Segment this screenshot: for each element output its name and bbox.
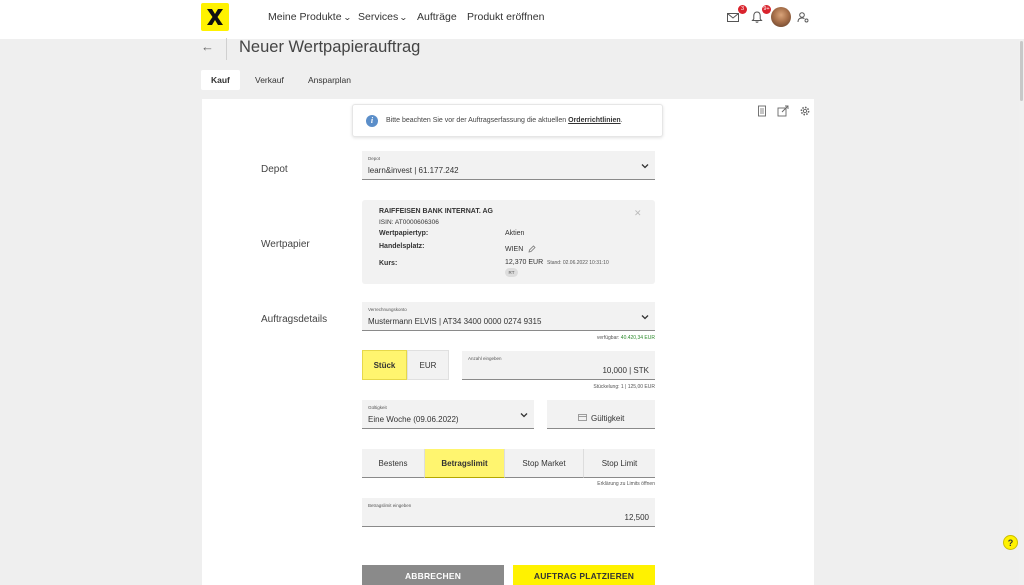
realtime-badge: RT bbox=[505, 268, 518, 277]
available-balance: verfügbar: 40.420,34 EUR bbox=[597, 335, 655, 341]
edit-glyph bbox=[777, 105, 789, 117]
chevron-down-icon: ⌄ bbox=[399, 13, 408, 22]
account-select[interactable]: Verrechnungskonto Mustermann ELVIS | AT3… bbox=[362, 302, 655, 331]
security-price-label: Kurs: bbox=[379, 260, 398, 267]
nav-services[interactable]: Services⌄ bbox=[358, 11, 408, 23]
order-type-stop-limit[interactable]: Stop Limit bbox=[584, 449, 655, 478]
available-value: 40.420,34 EUR bbox=[620, 335, 655, 341]
limit-value: 12,500 bbox=[624, 513, 649, 522]
validity-date-label: Gültigkeit bbox=[591, 414, 625, 423]
quantity-input[interactable]: Anzahl eingeben 10,000 | STK bbox=[462, 351, 655, 380]
security-type-value: Aktien bbox=[505, 230, 525, 237]
gear-glyph bbox=[800, 106, 810, 116]
user-settings-icon[interactable] bbox=[796, 10, 812, 26]
tab-verkauf[interactable]: Verkauf bbox=[245, 70, 294, 90]
doc-glyph bbox=[758, 105, 766, 117]
quantity-field-label: Anzahl eingeben bbox=[468, 356, 502, 361]
place-order-button[interactable]: AUFTRAG PLATZIEREN bbox=[513, 565, 655, 585]
depot-select[interactable]: Depot learn&invest | 61.177.242 bbox=[362, 151, 655, 180]
mail-badge: 3 bbox=[738, 5, 747, 14]
unit-toggle-eur[interactable]: EUR bbox=[407, 350, 449, 380]
nav-label: Meine Produkte bbox=[268, 11, 342, 23]
security-card: RAIFFEISEN BANK INTERNAT. AG ✕ ISIN: AT0… bbox=[362, 200, 655, 284]
validity-date-picker[interactable]: Gültigkeit bbox=[547, 400, 655, 429]
validity-select[interactable]: Gültigkeit Eine Woche (09.06.2022) bbox=[362, 400, 534, 429]
stueckelung-info: Stückelung: 1 | 125,00 EUR bbox=[593, 384, 655, 390]
user-gear-glyph bbox=[797, 12, 809, 23]
nav-produkt-eroeffnen[interactable]: Produkt eröffnen bbox=[467, 11, 544, 23]
bell-icon[interactable]: 9+ bbox=[750, 5, 771, 26]
avatar[interactable] bbox=[771, 7, 791, 27]
security-price-stand: Stand: 02.06.2022 10:31:10 bbox=[547, 260, 609, 266]
quantity-value: 10,000 | STK bbox=[602, 366, 649, 375]
nav-label: Produkt eröffnen bbox=[467, 11, 545, 23]
account-value: Mustermann ELVIS | AT34 3400 0000 0274 9… bbox=[368, 317, 542, 326]
notice-text: Bitte beachten Sie vor der Auftragserfas… bbox=[386, 117, 623, 124]
section-label-wertpapier: Wertpapier bbox=[261, 239, 310, 250]
logo-cross-icon bbox=[207, 9, 223, 25]
notification-badge: 9+ bbox=[762, 5, 771, 14]
security-type-label: Wertpapiertyp: bbox=[379, 230, 429, 237]
page-scrollbar[interactable] bbox=[1019, 39, 1024, 585]
security-venue-label: Handelsplatz: bbox=[379, 243, 425, 250]
security-price-value: 12,370 EUR bbox=[505, 259, 544, 266]
limit-field-label: Betragslimit eingeben bbox=[368, 503, 412, 508]
calendar-icon bbox=[578, 414, 587, 421]
unit-toggle-stueck[interactable]: Stück bbox=[362, 350, 407, 380]
chevron-down-icon: ⌄ bbox=[342, 13, 352, 22]
validity-field-label: Gültigkeit bbox=[368, 405, 387, 410]
document-icon[interactable] bbox=[756, 104, 768, 117]
limit-input[interactable]: Betragslimit eingeben 12,500 bbox=[362, 498, 655, 527]
nav-auftraege[interactable]: Aufträge bbox=[417, 11, 457, 23]
scrollbar-thumb[interactable] bbox=[1020, 41, 1023, 101]
order-type-bestens[interactable]: Bestens bbox=[362, 449, 425, 478]
security-venue-value: WIEN bbox=[505, 246, 524, 253]
chevron-down-icon bbox=[520, 413, 528, 418]
info-icon: i bbox=[366, 115, 378, 127]
notice-text-body: Bitte beachten Sie vor der Auftragserfas… bbox=[386, 117, 569, 124]
validity-value: Eine Woche (09.06.2022) bbox=[368, 415, 459, 424]
section-label-depot: Depot bbox=[261, 164, 288, 175]
page-title: Neuer Wertpapierauftrag bbox=[239, 38, 421, 56]
back-arrow-icon[interactable]: ← bbox=[201, 39, 214, 54]
section-label-auftragsdetails: Auftragsdetails bbox=[261, 314, 328, 325]
order-type-stop-market[interactable]: Stop Market bbox=[505, 449, 584, 478]
nav-meine-produkte[interactable]: Meine Produkte⌄ bbox=[268, 11, 352, 23]
security-name: RAIFFEISEN BANK INTERNAT. AG bbox=[379, 208, 493, 215]
close-icon[interactable]: ✕ bbox=[634, 208, 642, 219]
edit-export-icon[interactable] bbox=[777, 104, 789, 117]
gear-icon[interactable] bbox=[799, 104, 811, 116]
top-navigation: Meine Produkte⌄ Services⌄ Aufträge Produ… bbox=[0, 0, 1024, 39]
mail-icon[interactable]: 3 bbox=[726, 5, 747, 26]
account-field-label: Verrechnungskonto bbox=[368, 307, 407, 312]
tab-kauf[interactable]: Kauf bbox=[201, 70, 240, 90]
depot-value: learn&invest | 61.177.242 bbox=[368, 166, 459, 175]
chevron-down-icon bbox=[641, 164, 649, 169]
order-guidelines-notice: i Bitte beachten Sie vor der Auftragserf… bbox=[352, 104, 663, 137]
available-prefix: verfügbar: bbox=[596, 335, 621, 341]
order-type-betragslimit[interactable]: Betragslimit bbox=[425, 449, 505, 478]
nav-label: Services bbox=[358, 11, 399, 23]
depot-field-label: Depot bbox=[368, 156, 381, 161]
pencil-icon[interactable] bbox=[528, 245, 536, 253]
chevron-down-icon bbox=[641, 315, 649, 320]
help-button[interactable]: ? bbox=[1003, 535, 1018, 550]
nav-label: Aufträge bbox=[417, 11, 457, 23]
cancel-button[interactable]: ABBRECHEN bbox=[362, 565, 504, 585]
header-divider bbox=[226, 38, 227, 60]
security-isin: ISIN: AT0000606306 bbox=[379, 219, 439, 226]
tab-ansparplan[interactable]: Ansparplan bbox=[298, 70, 361, 90]
orderrichtlinien-link[interactable]: Orderrichtlinien bbox=[568, 117, 621, 124]
raiffeisen-logo[interactable] bbox=[201, 3, 229, 31]
limit-help-link[interactable]: Erklärung zu Limits öffnen bbox=[597, 481, 655, 487]
notice-text-suffix: . bbox=[620, 117, 623, 124]
